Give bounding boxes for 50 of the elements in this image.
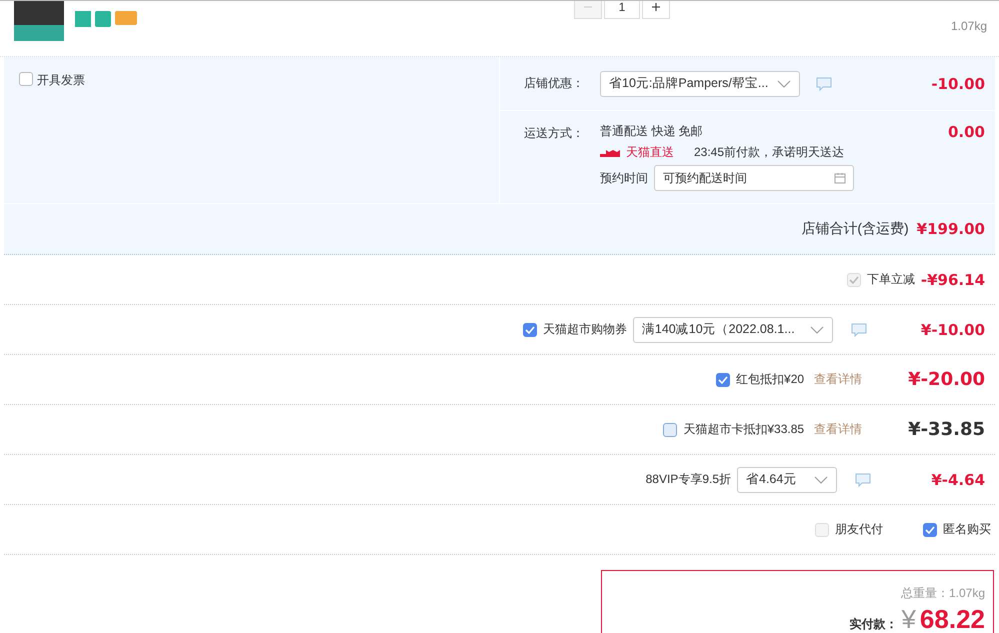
discount-label: 天猫超市卡抵扣¥33.85 — [683, 421, 804, 438]
shop-discount-label: 店铺优惠： — [524, 75, 585, 92]
card-badge-icon — [115, 11, 137, 25]
discount-amount: ¥-20.00 — [908, 369, 985, 390]
option-label: 朋友代付 — [835, 521, 883, 538]
shipping-amount: 0.00 — [948, 123, 985, 141]
vip-discount-label: 88VIP专享9.5折 — [646, 471, 731, 488]
quantity-field[interactable]: 1 — [604, 1, 640, 19]
discount-label: 下单立减 — [866, 271, 915, 288]
option-label: 匿名购买 — [943, 521, 991, 538]
invoice-label: 开具发票 — [37, 72, 85, 89]
total-weight: 总重量：1.07kg — [900, 585, 985, 602]
option-checkbox[interactable] — [923, 522, 937, 536]
discount-select[interactable]: 省4.64元 — [737, 466, 837, 492]
discount-amount: ¥-10.00 — [920, 320, 985, 338]
plus-icon — [651, 2, 661, 12]
discount-amount: ¥-33.85 — [908, 419, 985, 440]
pay-total: 68.22 — [920, 604, 985, 633]
discount-checkbox[interactable] — [522, 322, 537, 336]
invoice-checkbox[interactable] — [19, 72, 33, 86]
discount-amount: -¥96.14 — [920, 270, 985, 288]
increase-button[interactable] — [642, 1, 670, 19]
discount-label: 天猫超市购物券 — [542, 321, 627, 338]
discount-select[interactable]: 满140减10元（2022.08.1... — [632, 316, 833, 342]
schedule-field[interactable]: 可预约配送时间 — [654, 165, 854, 191]
message-icon[interactable] — [850, 322, 867, 336]
pay-label: 实付款： — [849, 616, 898, 633]
shipping-method: 普通配送 快递 免邮 — [600, 123, 704, 140]
delivery-promise: 23:45前付款，承诺明天送达 — [694, 144, 844, 161]
shop-discount-amount: -10.00 — [931, 74, 985, 92]
delivery-brand: 天猫直送 — [626, 144, 674, 161]
discount-label: 红包抵扣¥20 — [736, 371, 804, 388]
discount-checkbox[interactable] — [716, 372, 730, 386]
message-icon[interactable] — [855, 472, 871, 486]
discount-checkbox[interactable] — [663, 422, 678, 436]
message-icon[interactable] — [816, 76, 832, 90]
shipping-label: 运送方式： — [524, 125, 585, 142]
discount-amount: ¥-4.64 — [930, 470, 985, 488]
product-weight: 1.07kg — [950, 19, 987, 33]
shop-total-amount: ¥199.00 — [916, 220, 985, 238]
calendar-icon[interactable] — [834, 172, 846, 184]
currency-symbol: ¥ — [901, 604, 916, 633]
product-photo-placeholder — [14, 1, 64, 41]
decrease-button[interactable] — [574, 1, 602, 19]
schedule-label: 预约时间 — [600, 170, 648, 186]
shop-total-label: 店铺合计(含运费) — [801, 220, 909, 238]
shop-discount-select[interactable]: 省10元:品牌Pampers/帮宝... — [600, 70, 800, 96]
chevron-down-icon — [814, 476, 828, 484]
chevron-down-icon — [777, 80, 791, 88]
chevron-down-icon — [810, 326, 824, 334]
